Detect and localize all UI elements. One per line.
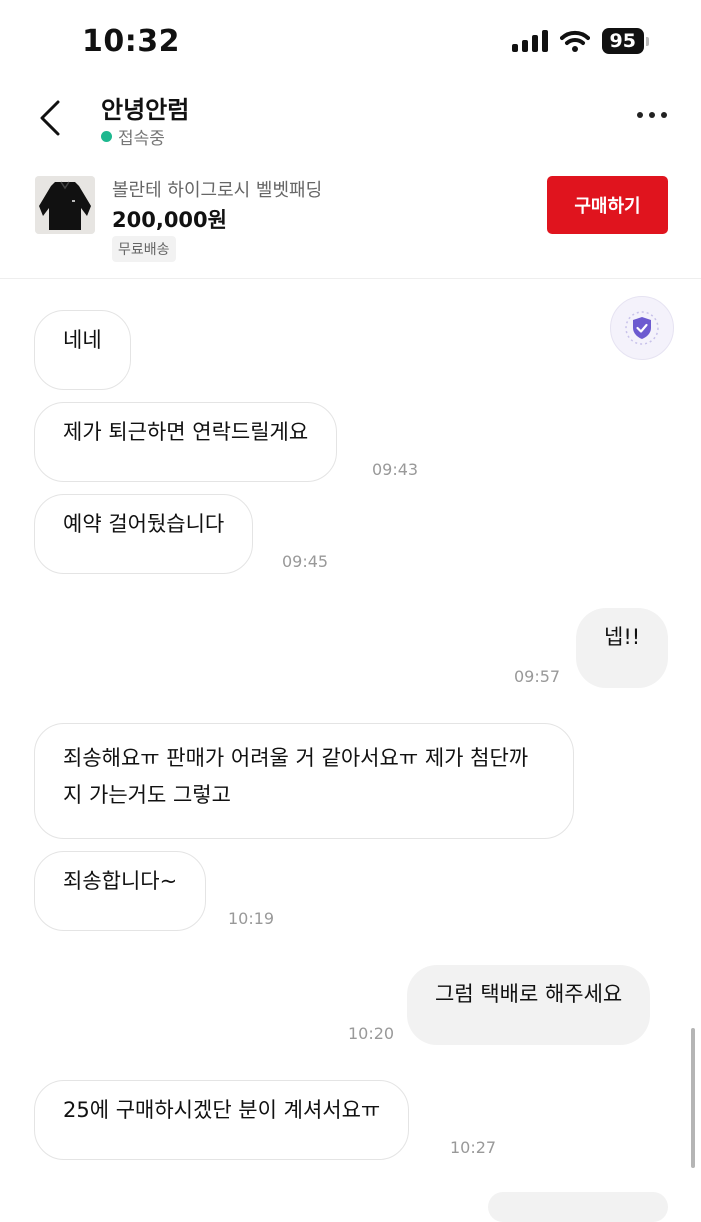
message-bubble-received: 제가 퇴근하면 연락드릴게요: [34, 402, 338, 482]
scrollbar[interactable]: [691, 1028, 695, 1168]
shipping-badge: 무료배송: [112, 236, 176, 262]
buy-button[interactable]: 구매하기: [547, 176, 668, 234]
online-dot-icon: [101, 131, 112, 142]
chevron-left-icon[interactable]: [36, 98, 66, 138]
message-timestamp: 09:43: [372, 460, 419, 479]
message-bubble-received: 죄송해요ㅠ 판매가 어려울 거 같아서요ㅠ 제가 첨단까지 가는거도 그렇고: [34, 723, 574, 839]
message-bubble-received: 네네: [34, 310, 131, 390]
online-status: 접속중: [101, 124, 165, 149]
chat-partner-name: 안녕안럼: [101, 96, 190, 124]
message-bubble-sent: 넵!!: [576, 608, 669, 688]
clock: 10:32: [82, 24, 180, 59]
shield-check-icon: [625, 311, 659, 345]
more-dots-icon[interactable]: [637, 112, 667, 118]
message-timestamp: 10:20: [348, 1024, 395, 1043]
message-bubble-received: 예약 걸어뒀습니다: [34, 494, 254, 574]
product-summary[interactable]: 볼란테 하이그로시 벨벳패딩 200,000원 무료배송 구매하기: [0, 166, 701, 279]
message-timestamp: 10:19: [228, 909, 275, 928]
message-bubble-received: 25에 구매하시겠단 분이 계셔서요ㅠ: [34, 1080, 410, 1160]
product-thumbnail[interactable]: [35, 176, 95, 234]
message-timestamp: 09:45: [282, 552, 329, 571]
wifi-icon: [559, 30, 590, 52]
message-timestamp: 09:57: [514, 667, 561, 686]
product-price: 200,000원: [112, 208, 227, 232]
message-bubble-sent-partial: [488, 1192, 668, 1222]
cellular-signal-icon: [511, 30, 548, 52]
battery-icon: 95: [601, 28, 649, 54]
safe-trade-button[interactable]: [610, 296, 674, 360]
message-timestamp: 10:27: [450, 1138, 497, 1157]
message-bubble-received: 죄송합니다~: [34, 851, 207, 931]
chat-header: 안녕안럼 접속중: [0, 84, 701, 164]
product-name: 볼란테 하이그로시 벨벳패딩: [112, 180, 323, 201]
message-bubble-sent: 그럼 택배로 해주세요: [407, 965, 651, 1045]
status-icons: 95: [511, 28, 649, 54]
status-bar: 10:32 95: [0, 0, 701, 84]
battery-level: 95: [601, 28, 644, 54]
online-status-label: 접속중: [118, 129, 165, 149]
